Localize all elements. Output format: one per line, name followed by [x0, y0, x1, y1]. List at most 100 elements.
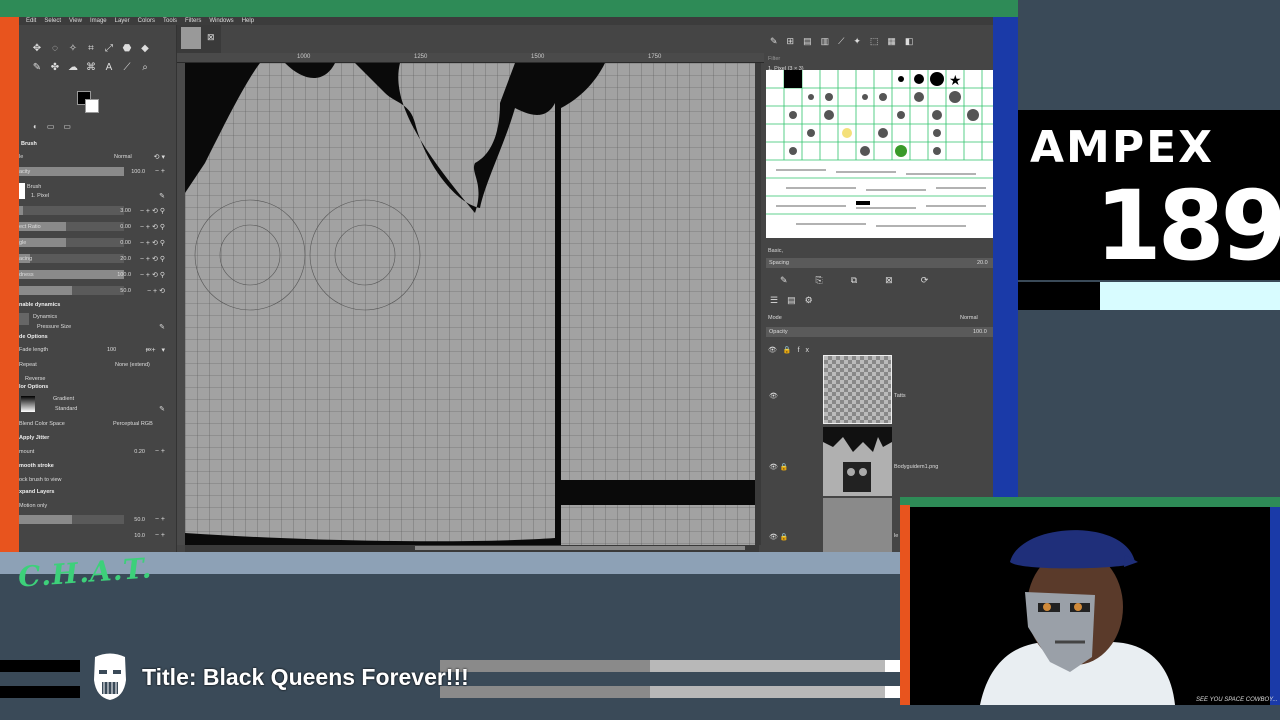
eraser-tool-icon[interactable]: ✎ — [31, 62, 43, 74]
menu-layer[interactable]: Layer — [115, 18, 130, 24]
value-b-stepper[interactable]: −+ — [155, 532, 167, 539]
color-picker-icon[interactable]: ⟋ — [121, 62, 133, 74]
warp-tool-icon[interactable]: ⬣ — [121, 43, 133, 55]
fade-length-row[interactable]: Fade length 100 px −+ ▾ — [19, 344, 171, 355]
repeat-row[interactable]: Repeat None (extend) — [19, 359, 171, 370]
text-tool-icon[interactable]: A — [103, 62, 115, 74]
brush-actions[interactable]: ✎⎘⧉⊠⟳ — [780, 275, 956, 286]
value-b-row[interactable]: 10.0 −+ — [19, 530, 171, 541]
fg-bg-color-swatches[interactable] — [77, 91, 99, 113]
image-canvas[interactable] — [185, 63, 759, 545]
layer-name-tatts[interactable]: Tatts — [894, 393, 906, 399]
layer-dock-tabs[interactable]: ☰▤⚙ — [770, 295, 822, 306]
layer-visibility-icon[interactable]: 👁 🔒 — [769, 533, 789, 541]
horizontal-scroll-thumb[interactable] — [415, 546, 745, 550]
layer-visibility-icon[interactable]: 👁 — [769, 392, 778, 400]
force-controls[interactable]: −+⟲ — [147, 287, 167, 295]
zoom-tool-icon[interactable]: ⌕ — [139, 62, 151, 74]
dynamics-edit-icon[interactable]: ✎ — [159, 323, 167, 331]
jitter-section[interactable]: Apply Jitter — [19, 435, 49, 441]
size-row[interactable]: 3.00 −+⟲⚲ — [19, 205, 171, 216]
paths-tool-icon[interactable]: ⌘ — [85, 62, 97, 74]
menu-tools[interactable]: Tools — [163, 18, 177, 24]
menu-help[interactable]: Help — [242, 18, 254, 24]
fade-value[interactable]: 100 — [107, 347, 116, 353]
vertical-scrollbar[interactable] — [755, 63, 761, 545]
dynamics-icon[interactable] — [19, 313, 29, 325]
size-controls[interactable]: −+⟲⚲ — [140, 207, 167, 215]
value-a-slider[interactable] — [19, 515, 124, 524]
brush-filter-input[interactable]: Filter — [768, 56, 780, 62]
lock-brush-row[interactable]: ock brush to view — [19, 474, 171, 485]
menu-windows[interactable]: Windows — [209, 18, 233, 24]
smooth-section[interactable]: mooth stroke — [19, 463, 54, 469]
spacing-slider[interactable] — [19, 254, 124, 263]
layer-thumbnail-bodyguide[interactable] — [823, 427, 892, 496]
layer-thumbnail-tatts[interactable] — [823, 355, 892, 424]
mode-reset-icon[interactable]: ⟲▾ — [154, 153, 167, 161]
value-a-stepper[interactable]: −+ — [155, 516, 167, 523]
dynamics-section[interactable]: nable dynamics — [19, 302, 60, 308]
background-color[interactable] — [85, 99, 99, 113]
layer-visibility-icon[interactable]: 👁 🔒 — [769, 463, 789, 471]
layer-name-third[interactable]: le — [894, 533, 898, 539]
clone-tool-icon[interactable]: ✤ — [49, 62, 61, 74]
repeat-value[interactable]: None (extend) — [115, 362, 150, 368]
force-slider[interactable] — [19, 286, 124, 295]
bucket-fill-icon[interactable]: ◆ — [139, 43, 151, 55]
image-thumbnail[interactable] — [181, 27, 201, 49]
dynamics-value-row[interactable]: Pressure Size ✎ — [37, 321, 171, 332]
layer-lock-icons[interactable]: 👁🔒fx — [768, 346, 815, 354]
spacing-controls[interactable]: −+⟲⚲ — [140, 255, 167, 263]
tool-options-tabs[interactable]: ◐▭▭ — [33, 122, 80, 131]
fade-stepper[interactable]: −+ ▾ — [145, 346, 167, 354]
menu-select[interactable]: Select — [44, 18, 61, 24]
gradient-value-row[interactable]: Standard ✎ — [55, 403, 171, 414]
unified-transform-icon[interactable]: ⤢ — [103, 43, 115, 55]
opacity-row[interactable]: acity 100.0 −+ — [19, 166, 171, 177]
amount-row[interactable]: mount 0.20 −+ — [19, 446, 171, 457]
fuzzy-select-icon[interactable]: ✧ — [67, 43, 79, 55]
size-slider[interactable] — [19, 206, 124, 215]
brush-grid[interactable]: ★ — [766, 70, 993, 238]
gradient-edit-icon[interactable]: ✎ — [159, 405, 167, 413]
hardness-controls[interactable]: −+⟲⚲ — [140, 271, 167, 279]
spacing-row[interactable]: acing 20.0 −+⟲⚲ — [19, 253, 171, 264]
menu-filters[interactable]: Filters — [185, 18, 201, 24]
layer-opacity-slider[interactable] — [766, 327, 993, 337]
hardness-row[interactable]: dness 100.0 −+⟲⚲ — [19, 269, 171, 280]
fade-section[interactable]: de Options — [19, 334, 48, 340]
mode-row[interactable]: le Normal ⟲▾ — [19, 151, 171, 162]
horizontal-scrollbar[interactable] — [185, 545, 759, 552]
dock-tabs-icons[interactable]: ✎⊞▤▥⟋✦⬚▦◧ — [770, 36, 922, 47]
menu-view[interactable]: View — [69, 18, 82, 24]
smudge-tool-icon[interactable]: ☁ — [67, 62, 79, 74]
reverse-row[interactable]: Reverse — [25, 373, 177, 384]
aspect-controls[interactable]: −+⟲⚲ — [140, 223, 167, 231]
angle-controls[interactable]: −+⟲⚲ — [140, 239, 167, 247]
brush-spacing-slider[interactable] — [766, 258, 993, 268]
brush-name-row[interactable]: 1. Pixel ✎ — [31, 190, 171, 201]
expand-section[interactable]: xpand Layers — [19, 489, 54, 495]
hardness-slider[interactable] — [19, 270, 124, 279]
menu-image[interactable]: Image — [90, 18, 107, 24]
motion-row[interactable]: Motion only — [19, 500, 171, 511]
opacity-slider[interactable] — [19, 167, 124, 176]
crop-tool-icon[interactable]: ⌗ — [85, 43, 97, 55]
color-options-section[interactable]: lor Options — [19, 384, 48, 390]
force-row[interactable]: 50.0 −+⟲ — [19, 285, 171, 296]
gradient-preview[interactable] — [21, 396, 35, 412]
brush-tag[interactable]: Basic, — [768, 248, 783, 254]
aspect-row[interactable]: ect Ratio 0.00 −+⟲⚲ — [19, 221, 171, 232]
layer-name-bodyguide[interactable]: Bodyguidem1.png — [894, 464, 938, 470]
angle-row[interactable]: gle 0.00 −+⟲⚲ — [19, 237, 171, 248]
amount-stepper[interactable]: −+ — [155, 448, 167, 455]
blend-value[interactable]: Perceptual RGB — [113, 421, 153, 427]
layer-mode-value[interactable]: Normal — [960, 315, 978, 321]
close-tab-icon[interactable]: ⊠ — [207, 32, 215, 43]
mode-value[interactable]: Normal — [114, 154, 132, 160]
layer-thumbnail-body[interactable] — [823, 498, 892, 552]
brush-edit-icon[interactable]: ✎ — [159, 192, 167, 200]
menu-edit[interactable]: Edit — [26, 18, 36, 24]
value-a-row[interactable]: 50.0 −+ — [19, 514, 171, 525]
